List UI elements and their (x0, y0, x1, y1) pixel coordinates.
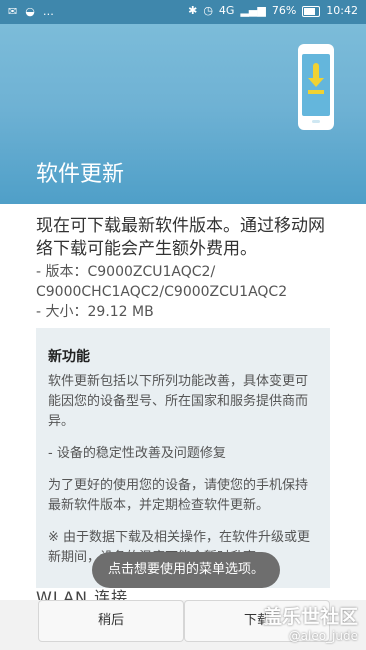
toast: 点击想要使用的菜单选项。 (92, 552, 280, 588)
battery-icon (302, 5, 321, 17)
version-line-1: - 版本：C9000ZCU1AQC2/ (36, 264, 216, 280)
more-dots-icon: … (42, 5, 54, 18)
bluetooth-icon: ✱ (188, 4, 198, 17)
watermark-line-1: 盖乐世社区 (262, 606, 358, 628)
alarm-icon: ◷ (203, 4, 213, 17)
size-line: - 大小：29.12 MB (36, 304, 154, 320)
qq-icon: ◒ (25, 5, 35, 18)
phone-download-icon (298, 44, 334, 130)
signal-icon: ▂▄▆ (240, 4, 266, 17)
update-intro: 现在可下载最新软件版本。通过移动网络下载可能会产生额外费用。 (36, 216, 325, 259)
page-title: 软件更新 (36, 162, 125, 187)
later-button[interactable]: 稍后 (38, 600, 184, 642)
content-panel[interactable]: 现在可下载最新软件版本。通过移动网络下载可能会产生额外费用。 - 版本：C900… (0, 204, 366, 607)
whats-new-body: 软件更新包括以下所列功能改善，具体变更可能因您的设备型号、所在国家和服务提供商而… (48, 372, 320, 580)
message-icon: ✉ (8, 5, 18, 18)
whats-new-paragraph: 为了更好的使用您的设备，请使您的手机保持最新软件版本，并定期检查软件更新。 (48, 478, 309, 513)
watermark-line-2: @aleo_jude (288, 629, 358, 643)
whats-new-box: 新功能 软件更新包括以下所列功能改善，具体变更可能因您的设备型号、所在国家和服务… (36, 328, 330, 588)
time: 10:42 (326, 4, 358, 17)
whats-new-paragraph: - 设备的稳定性改善及问题修复 (48, 446, 226, 461)
whats-new-paragraph: 软件更新包括以下所列功能改善，具体变更可能因您的设备型号、所在国家和服务提供商而… (48, 374, 309, 429)
status-bar-right: ✱ ◷ 4G ▂▄▆ 76% 10:42 (188, 3, 358, 19)
battery-percentage: 76% (271, 4, 297, 17)
update-meta: - 版本：C9000ZCU1AQC2/ C9000CHC1AQC2/C9000Z… (36, 262, 346, 322)
header: 软件更新 (0, 24, 366, 204)
watermark: 盖乐世社区 @aleo_jude (248, 602, 358, 643)
status-bar: ✉ ◒ … ✱ ◷ 4G ▂▄▆ 76% 10:42 (0, 0, 366, 24)
version-line-2: C9000CHC1AQC2/C9000ZCU1AQC2 (36, 284, 288, 300)
status-bar-left: ✉ ◒ … (8, 4, 54, 20)
whats-new-title: 新功能 (48, 349, 90, 365)
network-4g-icon: 4G (218, 4, 235, 17)
